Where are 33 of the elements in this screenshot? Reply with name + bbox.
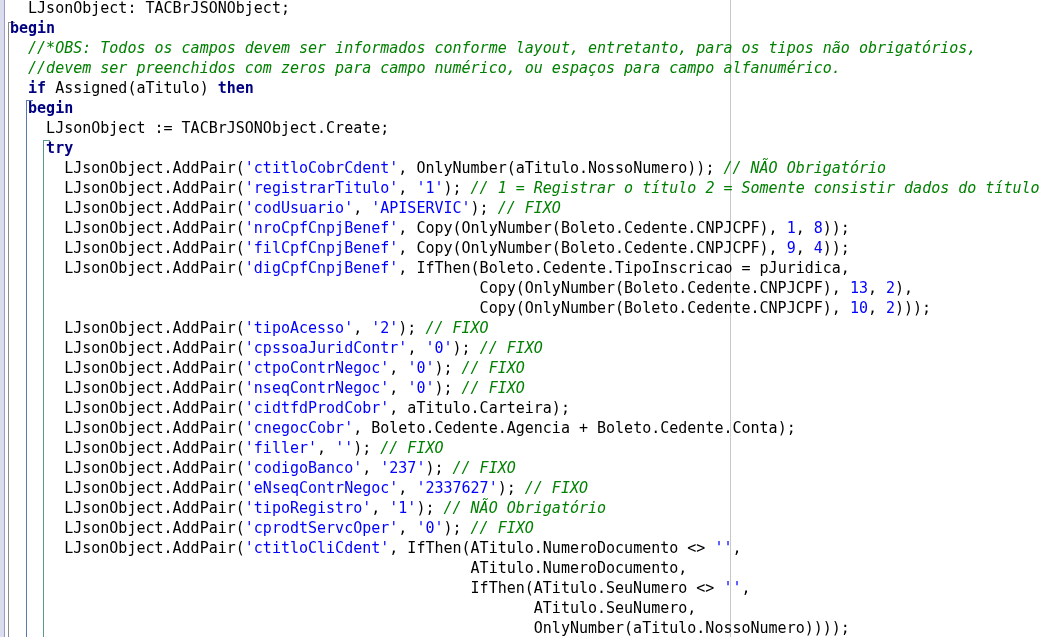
- code-line: LJsonObject := TACBrJSONObject.Create;: [45, 118, 390, 138]
- code-line: LJsonObject.AddPair('cnegocCobr', Boleto.Cedente.Agencia + Boleto.Cedente.Conta);: [63, 418, 796, 438]
- code-line: //devem ser preenchidos com zeros para campo numérico, ou espaços para campo alfanumérico.: [27, 58, 841, 78]
- code-line: LJsonObject.AddPair('ctpoContrNegoc', '0'); // FIXO: [63, 358, 525, 378]
- code-line: if Assigned(aTitulo) then: [27, 78, 254, 98]
- code-line: try: [45, 138, 74, 158]
- code-line: IfThen(ATitulo.SeuNumero <> '',: [469, 578, 751, 598]
- code-line: LJsonObject.AddPair('nseqContrNegoc', '0'); // FIXO: [63, 378, 525, 398]
- code-line: LJsonObject.AddPair('ctitloCobrCdent', OnlyNumber(aTitulo.NossoNumero)); // NÃO Obrigatório: [63, 158, 886, 178]
- code-line: LJsonObject.AddPair('filler', ''); // FIXO: [63, 438, 444, 458]
- code-line: LJsonObject.AddPair('codUsuario', 'APISERVIC'); // FIXO: [63, 198, 561, 218]
- code-line: LJsonObject.AddPair('tipoAcesso', '2'); // FIXO: [63, 318, 489, 338]
- code-editor[interactable]: [0, 0, 1042, 637]
- code-line: LJsonObject.AddPair('registrarTitulo', '1'); // 1 = Registrar o título 2 = Somente consistir dados do título: [63, 178, 1040, 198]
- code-line: LJsonObject.AddPair('ctitloCliCdent', IfThen(ATitulo.NumeroDocumento <> '',: [63, 538, 742, 558]
- code-line: LJsonObject.AddPair('nroCpfCnpjBenef', Copy(OnlyNumber(Boleto.Cedente.CNPJCPF), 1, 8));: [63, 218, 850, 238]
- code-line: LJsonObject.AddPair('filCpfCnpjBenef', Copy(OnlyNumber(Boleto.Cedente.CNPJCPF), 9, 4));: [63, 238, 850, 258]
- code-line: begin: [27, 98, 74, 118]
- code-line: ATitulo.SeuNumero,: [532, 598, 697, 618]
- code-line: LJsonObject.AddPair('cprodtServcOper', '0'); // FIXO: [63, 518, 534, 538]
- code-line: LJsonObject: TACBrJSONObject;: [27, 0, 290, 18]
- code-line: begin: [10, 18, 56, 38]
- code-line: LJsonObject.AddPair('cidtfdProdCobr', aTitulo.Carteira);: [63, 398, 570, 418]
- code-line: Copy(OnlyNumber(Boleto.Cedente.CNPJCPF), 10, 2)));: [478, 298, 932, 318]
- code-line: Copy(OnlyNumber(Boleto.Cedente.CNPJCPF), 13, 2),: [478, 278, 914, 298]
- code-line: ATitulo.NumeroDocumento,: [469, 558, 688, 578]
- code-line: LJsonObject.AddPair('tipoRegistro', '1'); // NÃO Obrigatório: [63, 498, 607, 518]
- code-line: LJsonObject.AddPair('cpssoaJuridContr', '0'); // FIXO: [63, 338, 543, 358]
- code-line: LJsonObject.AddPair('codigoBanco', '237'); // FIXO: [63, 458, 516, 478]
- code-line: LJsonObject.AddPair('digCpfCnpjBenef', IfThen(Boleto.Cedente.TipoInscricao = pJuridica,: [63, 258, 850, 278]
- code-line: LJsonObject.AddPair('eNseqContrNegoc', '2337627'); // FIXO: [63, 478, 588, 498]
- code-line: //*OBS: Todos os campos devem ser informados conforme layout, entretanto, para os tipos não obrigatórios,: [27, 38, 977, 58]
- code-line: OnlyNumber(aTitulo.NossoNumero))));: [532, 618, 850, 637]
